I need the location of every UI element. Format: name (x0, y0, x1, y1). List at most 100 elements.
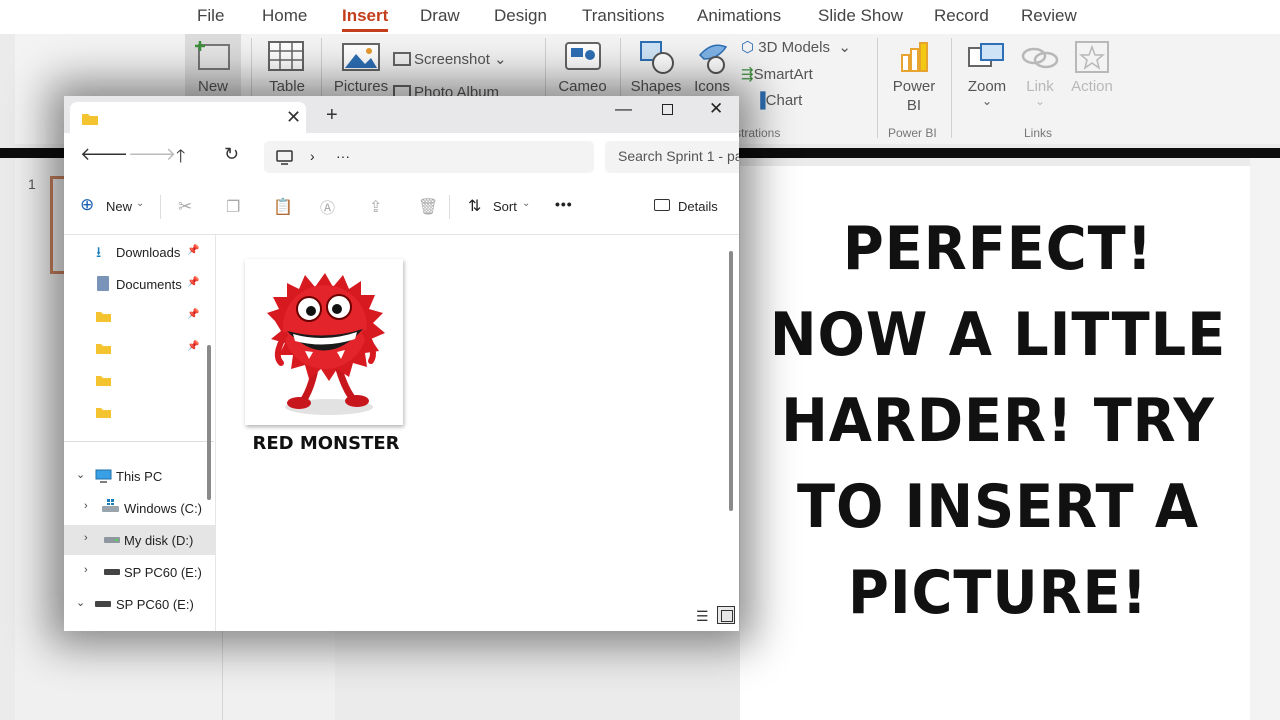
delete-icon[interactable]: 🗑 (418, 197, 438, 217)
canvas-margin (1250, 158, 1280, 720)
content-scrollbar[interactable] (729, 251, 733, 511)
back-button[interactable]: 🡐 (80, 144, 128, 165)
tab-draw[interactable]: Draw (420, 6, 460, 26)
navigation-pane: ⭳ Downloads 📌 Documents 📌 📌 📌 ⌄ This PC … (64, 235, 216, 631)
close-button[interactable]: ✕ (709, 99, 723, 119)
table-icon (268, 41, 304, 71)
forward-button[interactable]: 🡒 (128, 144, 176, 165)
chart-label: Chart (765, 92, 803, 109)
drive-icon (104, 537, 120, 543)
sidebar-item-documents[interactable]: Documents 📌 (64, 269, 216, 299)
sidebar-item-folder[interactable] (64, 397, 216, 427)
new-label: New (106, 199, 133, 214)
chevron-down-icon[interactable]: ⌄ (76, 468, 85, 481)
chevron-right-icon[interactable]: › (84, 564, 88, 576)
tab-record[interactable]: Record (934, 6, 989, 26)
share-icon[interactable]: ⇪ (369, 197, 382, 217)
tab-review[interactable]: Review (1021, 6, 1077, 26)
sidebar-item-folder[interactable]: 📌 (64, 301, 216, 331)
power-bi-button[interactable]: Power BI (885, 34, 943, 124)
sidebar-item-label: Documents (116, 277, 182, 292)
tab-slide-show[interactable]: Slide Show (818, 6, 903, 26)
tab-transitions[interactable]: Transitions (582, 6, 665, 26)
sidebar-item-my-disk-d[interactable]: › My disk (D:) (64, 525, 216, 555)
copy-icon[interactable]: ❐ (226, 197, 240, 217)
smartart-button[interactable]: ⇶SmartArt (741, 65, 813, 83)
sidebar-item-windows-c[interactable]: › Windows (C:) (64, 493, 216, 523)
screenshot-button[interactable]: Screenshot ⌄ (393, 50, 507, 68)
3d-models-icon: ⬡ (741, 39, 755, 56)
instruction-line-5: PICTURE! (848, 558, 1148, 628)
new-slide-icon (195, 41, 230, 70)
list-view-icon[interactable]: ☰ (696, 608, 709, 625)
usb-drive-icon (95, 601, 111, 607)
folder-icon (96, 376, 111, 386)
explorer-nav-bar: 🡐 🡒 🡑 ↻ › ··· Search Sprint 1 - pa (64, 133, 739, 181)
tab-close-button[interactable]: ✕ (286, 107, 301, 128)
up-button[interactable]: 🡑 (176, 144, 185, 174)
link-button[interactable]: Link ⌄ (1017, 34, 1063, 114)
tab-design[interactable]: Design (494, 6, 547, 26)
address-bar[interactable]: › ··· (264, 141, 594, 173)
file-name-label[interactable]: RED MONSTER (237, 433, 415, 454)
3d-models-button[interactable]: ⬡ 3D Models ⌄ (741, 38, 851, 56)
pane-divider (222, 620, 223, 720)
slide-number: 1 (28, 176, 36, 192)
chart-button[interactable]: ▐Chart (755, 92, 802, 109)
rename-icon[interactable]: Ⓐ (320, 197, 335, 218)
cut-icon[interactable]: ✂ (178, 197, 192, 217)
chevron-right-icon[interactable]: › (84, 532, 88, 544)
thumbnail-view-icon[interactable] (717, 606, 735, 624)
paste-icon[interactable]: 📋 (273, 197, 293, 217)
chevron-down-icon[interactable]: ⌄ (76, 596, 85, 609)
sidebar-item-folder[interactable]: 📌 (64, 333, 216, 363)
shapes-label: Shapes (630, 78, 682, 95)
power-bi-label-2: BI (906, 97, 922, 114)
link-label: Link (1026, 78, 1054, 95)
sidebar-item-sp-pc60-e[interactable]: › SP PC60 (E:) (64, 557, 216, 587)
refresh-button[interactable]: ↻ (224, 144, 239, 165)
zoom-button[interactable]: Zoom ⌄ (961, 34, 1013, 114)
maximize-button[interactable] (662, 100, 673, 120)
smartart-icon: ⇶ (741, 66, 754, 83)
instruction-text: PERFECT! NOW A LITTLE HARDER! TRY TO INS… (766, 206, 1231, 636)
tab-animations[interactable]: Animations (697, 6, 781, 26)
sidebar-item-this-pc[interactable]: ⌄ This PC (64, 461, 216, 491)
sidebar-separator (64, 441, 214, 442)
sidebar-scrollbar[interactable] (207, 345, 211, 500)
sidebar-item-sp-pc60-e-root[interactable]: ⌄ SP PC60 (E:) (64, 589, 216, 619)
explorer-title-bar: ✕ + — ✕ (64, 96, 739, 133)
chevron-down-icon: ⌄ (136, 198, 145, 209)
sidebar-item-label: This PC (116, 469, 163, 484)
download-icon: ⭳ (96, 244, 102, 261)
chevron-right-icon[interactable]: › (84, 500, 88, 512)
explorer-tab[interactable]: ✕ (70, 102, 306, 133)
minimize-button[interactable]: — (615, 99, 632, 119)
chevron-down-icon: ⌄ (522, 198, 531, 209)
chart-icon: ▐ (755, 92, 766, 109)
tab-file[interactable]: File (197, 6, 224, 26)
sort-button[interactable]: ⇅ Sort ⌄ (468, 195, 538, 221)
search-input[interactable]: Search Sprint 1 - pa (605, 141, 739, 173)
sidebar-item-label: SP PC60 (E:) (116, 597, 194, 612)
sidebar-item-downloads[interactable]: ⭳ Downloads 📌 (64, 237, 216, 267)
action-button[interactable]: Action (1067, 34, 1117, 114)
plus-circle-icon: ⊕ (80, 195, 95, 214)
explorer-command-bar: ⊕ New ⌄ ✂ ❐ 📋 Ⓐ ⇪ 🗑 ⇅ Sort ⌄ ••• Details (64, 181, 739, 235)
power-bi-group-label: Power BI (888, 126, 937, 140)
tab-home[interactable]: Home (262, 6, 307, 26)
instruction-line-1: PERFECT! (842, 214, 1154, 284)
folder-icon (96, 408, 111, 418)
file-thumbnail[interactable] (245, 259, 403, 425)
new-tab-button[interactable]: + (326, 104, 338, 127)
link-icon (1021, 47, 1059, 69)
more-options-button[interactable]: ••• (555, 196, 573, 212)
address-more-button[interactable]: ··· (336, 148, 350, 164)
new-button[interactable]: ⊕ New ⌄ (80, 195, 150, 221)
details-button[interactable]: Details (654, 195, 734, 221)
action-icon (1075, 41, 1109, 73)
tab-insert[interactable]: Insert (342, 6, 389, 32)
sidebar-item-folder[interactable] (64, 365, 216, 395)
pictures-icon (342, 43, 380, 71)
screenshot-label: Screenshot (414, 51, 490, 68)
